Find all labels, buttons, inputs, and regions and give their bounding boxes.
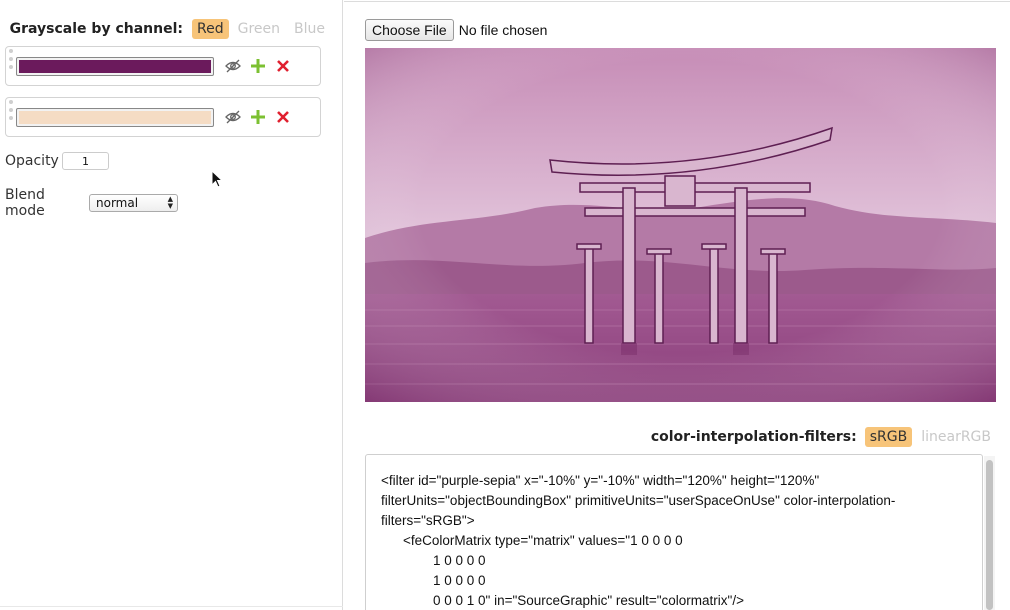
color-swatch-2[interactable] [16,108,214,127]
add-layer-plus-icon[interactable] [248,107,268,127]
color-swatch-1[interactable] [16,57,214,76]
mouse-pointer-icon [211,170,224,188]
filtered-photo [365,48,996,402]
torii-gate-image [365,48,996,402]
channel-green-option[interactable]: Green [233,19,285,39]
code-line: <feColorMatrix type="matrix" values="1 0… [403,533,683,548]
code-scrollbar-thumb[interactable] [986,460,993,610]
linearrgb-option[interactable]: linearRGB [916,427,996,447]
srgb-option[interactable]: sRGB [864,427,913,447]
delete-layer-x-icon[interactable] [273,107,293,127]
hide-eye-icon[interactable] [223,107,243,127]
code-line: 0 0 0 1 0" in="SourceGraphic" result="co… [433,593,744,608]
code-line: <filter id="purple-sepia" x="-10%" y="-1… [381,473,820,488]
hide-eye-icon[interactable] [223,56,243,76]
opacity-label: Opacity [5,153,59,169]
channel-blue-option[interactable]: Blue [289,19,330,39]
opacity-input[interactable] [62,152,109,170]
color-interpolation-label: color-interpolation-filters: [650,429,857,445]
blend-mode-value: normal [96,196,139,210]
select-arrows-icon: ▲ ▼ [167,195,173,210]
code-line: filterUnits="objectBoundingBox" primitiv… [381,493,896,508]
file-status-text: No file chosen [458,22,548,38]
opacity-row: Opacity [5,152,109,170]
channel-red-option[interactable]: Red [192,19,229,39]
color-swatch-fill-2 [19,111,211,124]
add-layer-plus-icon[interactable] [248,56,268,76]
code-line: 1 0 0 0 0 [433,573,486,588]
code-line: 1 0 0 0 0 [433,553,486,568]
color-layer-2 [5,97,321,137]
blend-mode-select[interactable]: normal ▲ ▼ [89,194,178,212]
delete-layer-x-icon[interactable] [273,56,293,76]
color-layer-1 [5,46,321,86]
code-scrollbar[interactable] [984,456,995,610]
file-picker: Choose File No file chosen [365,19,547,41]
left-panel-bottom-divider [0,606,343,607]
choose-file-button[interactable]: Choose File [365,19,454,41]
filter-editor-panel: Grayscale by channel: Red Green Blue Opa… [0,0,343,610]
color-interpolation-selector: color-interpolation-filters: sRGB linear… [344,425,996,449]
blend-mode-row: Blend mode normal ▲ ▼ [5,187,178,219]
drag-handle-icon[interactable] [6,98,16,122]
grayscale-channel-selector: Grayscale by channel: Red Green Blue [0,17,330,41]
blend-mode-label: Blend mode [5,187,45,219]
drag-handle-icon[interactable] [6,47,16,71]
code-line: filters="sRGB"> [381,513,475,528]
filter-code-output[interactable]: <filter id="purple-sepia" x="-10%" y="-1… [365,454,983,610]
color-swatch-fill-1 [19,60,211,73]
top-divider [344,1,1010,2]
grayscale-channel-label: Grayscale by channel: [9,21,183,37]
